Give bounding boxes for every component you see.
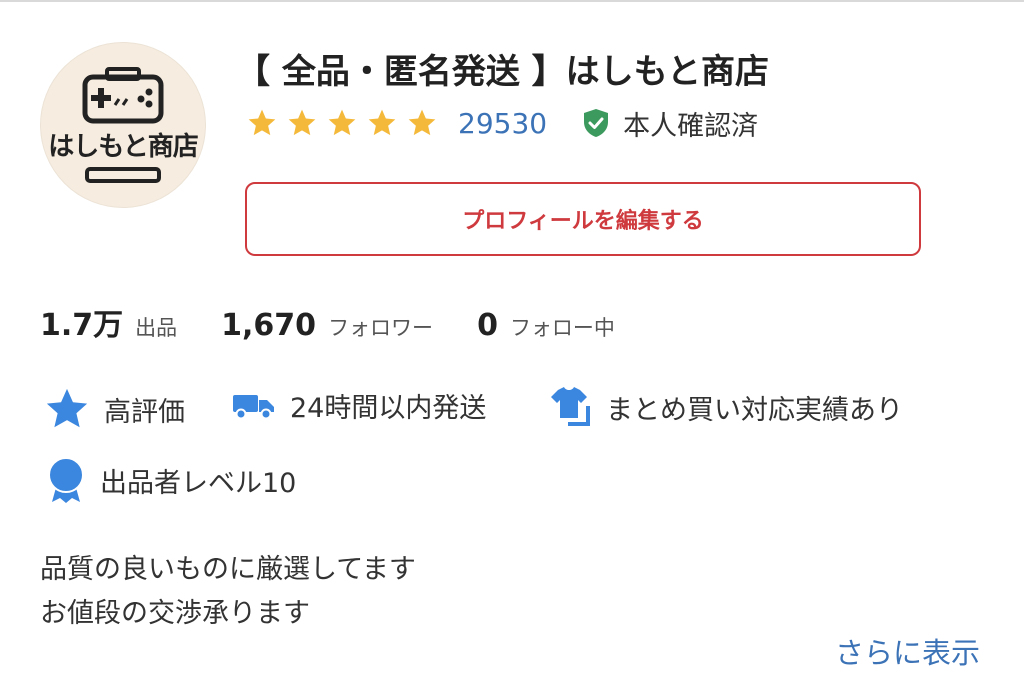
badge-label: 高評価 bbox=[104, 396, 185, 428]
badge-label: まとめ買い対応実績あり bbox=[606, 394, 903, 426]
description-line: 品質の良いものに厳選してます bbox=[40, 554, 416, 585]
badge-seller-level: 出品者レベル10 bbox=[46, 456, 296, 504]
show-more-link[interactable]: さらに表示 bbox=[835, 630, 980, 672]
star-rating bbox=[246, 107, 438, 139]
followers-label: フォロワー bbox=[328, 316, 434, 340]
following-stat[interactable]: 0 フォロー中 bbox=[477, 308, 615, 343]
avatar-shop-name: はしもと商店 bbox=[48, 132, 198, 162]
rating-row[interactable]: 29530 本人確認済 bbox=[246, 103, 758, 143]
badge-label: 出品者レベル10 bbox=[100, 467, 297, 499]
following-label: フォロー中 bbox=[509, 316, 615, 340]
star-icon bbox=[286, 107, 318, 139]
badge-24h-shipping: 24時間以内発送 bbox=[232, 386, 486, 425]
verified-label: 本人確認済 bbox=[623, 110, 759, 142]
badge-high-rating: 高評価 bbox=[44, 386, 185, 432]
review-count-link[interactable]: 29530 bbox=[458, 107, 547, 140]
star-icon bbox=[326, 107, 358, 139]
edit-profile-button[interactable]: プロフィールを編集する bbox=[245, 182, 921, 256]
badge-bulk-purchase: まとめ買い対応実績あり bbox=[546, 384, 903, 430]
star-icon bbox=[406, 107, 438, 139]
shield-check-icon bbox=[584, 109, 609, 137]
star-icon bbox=[246, 107, 278, 139]
gamepad-logo-icon bbox=[82, 67, 164, 183]
stats-row: 1.7万 出品 1,670 フォロワー 0 フォロー中 bbox=[40, 300, 615, 344]
listings-stat[interactable]: 1.7万 出品 bbox=[40, 300, 177, 344]
followers-stat[interactable]: 1,670 フォロワー bbox=[221, 308, 433, 343]
badge-label: 24時間以内発送 bbox=[290, 393, 487, 424]
medal-icon bbox=[48, 457, 84, 503]
shirt-icon bbox=[551, 387, 590, 426]
verified-badge: 本人確認済 bbox=[583, 104, 758, 143]
shop-description: 品質の良いものに厳選してます お値段の交渉承ります bbox=[40, 548, 416, 636]
followers-count: 1,670 bbox=[221, 308, 317, 343]
truck-icon bbox=[233, 394, 274, 419]
shop-avatar[interactable]: はしもと商店 bbox=[40, 42, 206, 208]
star-icon bbox=[46, 388, 88, 428]
shop-name: 【 全品・匿名発送 】はしもと商店 bbox=[236, 52, 769, 92]
following-count: 0 bbox=[477, 308, 498, 343]
listings-label: 出品 bbox=[135, 316, 178, 340]
top-divider bbox=[0, 0, 1024, 2]
description-line: お値段の交渉承ります bbox=[40, 598, 310, 629]
listings-count: 1.7万 bbox=[40, 308, 124, 343]
star-icon bbox=[366, 107, 398, 139]
